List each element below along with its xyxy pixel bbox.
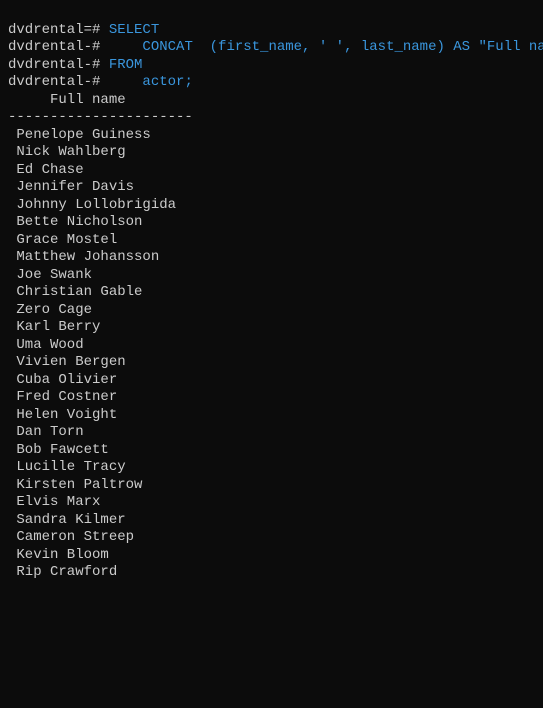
sql-text: SELECT xyxy=(109,22,159,38)
result-row: Dan Torn xyxy=(8,424,535,442)
result-row: Grace Mostel xyxy=(8,232,535,250)
result-row: Vivien Bergen xyxy=(8,354,535,372)
result-row: Joe Swank xyxy=(8,267,535,285)
result-row: Uma Wood xyxy=(8,337,535,355)
header-separator: ---------------------- xyxy=(8,109,535,127)
result-row: Christian Gable xyxy=(8,284,535,302)
result-row: Cameron Streep xyxy=(8,529,535,547)
psql-prompt: dvdrental-# xyxy=(8,74,109,90)
query-line: dvdrental-# FROM xyxy=(8,57,535,75)
psql-prompt: dvdrental-# xyxy=(8,39,109,55)
sql-text: CONCAT (first_name, ' ', last_name) AS "… xyxy=(109,39,543,55)
result-row: Elvis Marx xyxy=(8,494,535,512)
result-row: Bette Nicholson xyxy=(8,214,535,232)
result-row: Johnny Lollobrigida xyxy=(8,197,535,215)
result-row: Lucille Tracy xyxy=(8,459,535,477)
result-row: Fred Costner xyxy=(8,389,535,407)
result-row: Helen Voight xyxy=(8,407,535,425)
sql-text: FROM xyxy=(109,57,143,73)
result-row: Cuba Olivier xyxy=(8,372,535,390)
sql-text: actor; xyxy=(109,74,193,90)
result-row: Rip Crawford xyxy=(8,564,535,582)
result-row: Karl Berry xyxy=(8,319,535,337)
result-row: Penelope Guiness xyxy=(8,127,535,145)
query-line: dvdrental-# CONCAT (first_name, ' ', las… xyxy=(8,39,535,57)
result-row: Kirsten Paltrow xyxy=(8,477,535,495)
result-row: Sandra Kilmer xyxy=(8,512,535,530)
result-row: Bob Fawcett xyxy=(8,442,535,460)
query-line: dvdrental-# actor; xyxy=(8,74,535,92)
terminal-output: dvdrental=# SELECTdvdrental-# CONCAT (fi… xyxy=(8,22,535,582)
result-row: Kevin Bloom xyxy=(8,547,535,565)
result-row: Zero Cage xyxy=(8,302,535,320)
psql-prompt: dvdrental-# xyxy=(8,57,109,73)
result-row: Jennifer Davis xyxy=(8,179,535,197)
result-row: Nick Wahlberg xyxy=(8,144,535,162)
result-row: Matthew Johansson xyxy=(8,249,535,267)
column-header: Full name xyxy=(8,92,535,110)
psql-prompt: dvdrental=# xyxy=(8,22,109,38)
result-row: Ed Chase xyxy=(8,162,535,180)
query-line: dvdrental=# SELECT xyxy=(8,22,535,40)
